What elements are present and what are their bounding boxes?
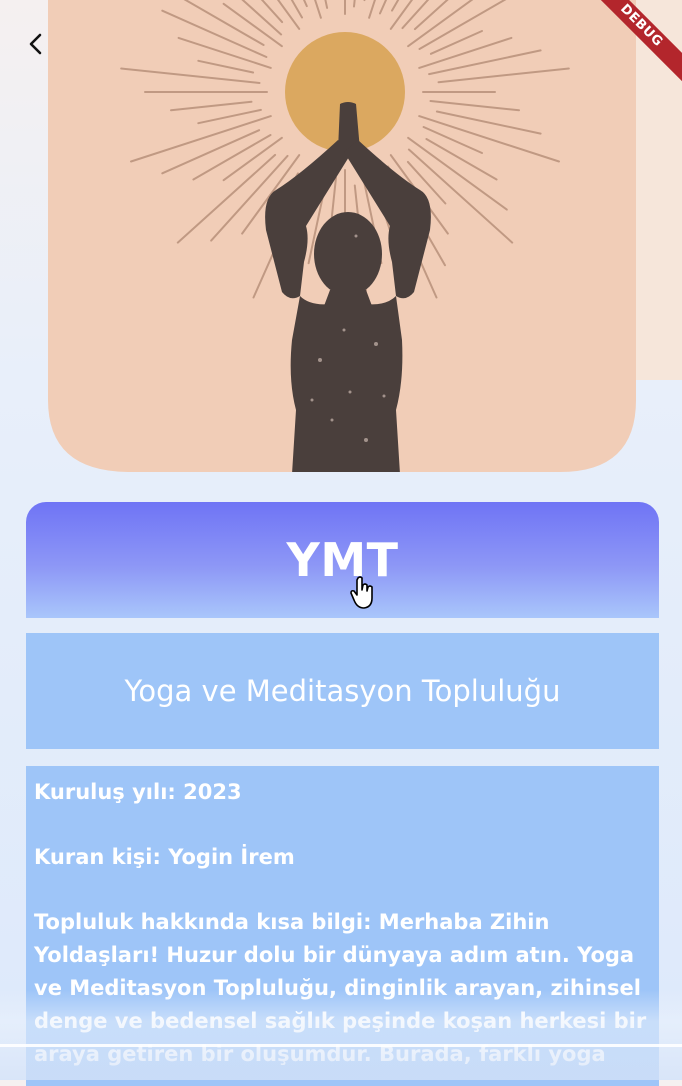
community-name-card: Yoga ve Meditasyon Topluluğu (26, 633, 659, 749)
community-info-card: Kuruluş yılı: 2023 Kuran kişi: Yogin İre… (26, 766, 659, 1086)
yoga-illustration (0, 0, 682, 480)
back-arrow-icon (24, 32, 48, 56)
hero-image (0, 0, 682, 480)
founded-year-text: Kuruluş yılı: 2023 (34, 776, 649, 809)
community-title-card[interactable]: YMT (26, 502, 659, 618)
founder-text: Kuran kişi: Yogin İrem (34, 841, 649, 874)
back-button[interactable] (16, 24, 56, 64)
community-abbreviation: YMT (287, 533, 399, 587)
about-text: Topluluk hakkında kısa bilgi: Merhaba Zi… (34, 906, 649, 1071)
hand-cursor-icon (350, 576, 376, 610)
community-full-name: Yoga ve Meditasyon Topluluğu (125, 674, 561, 708)
